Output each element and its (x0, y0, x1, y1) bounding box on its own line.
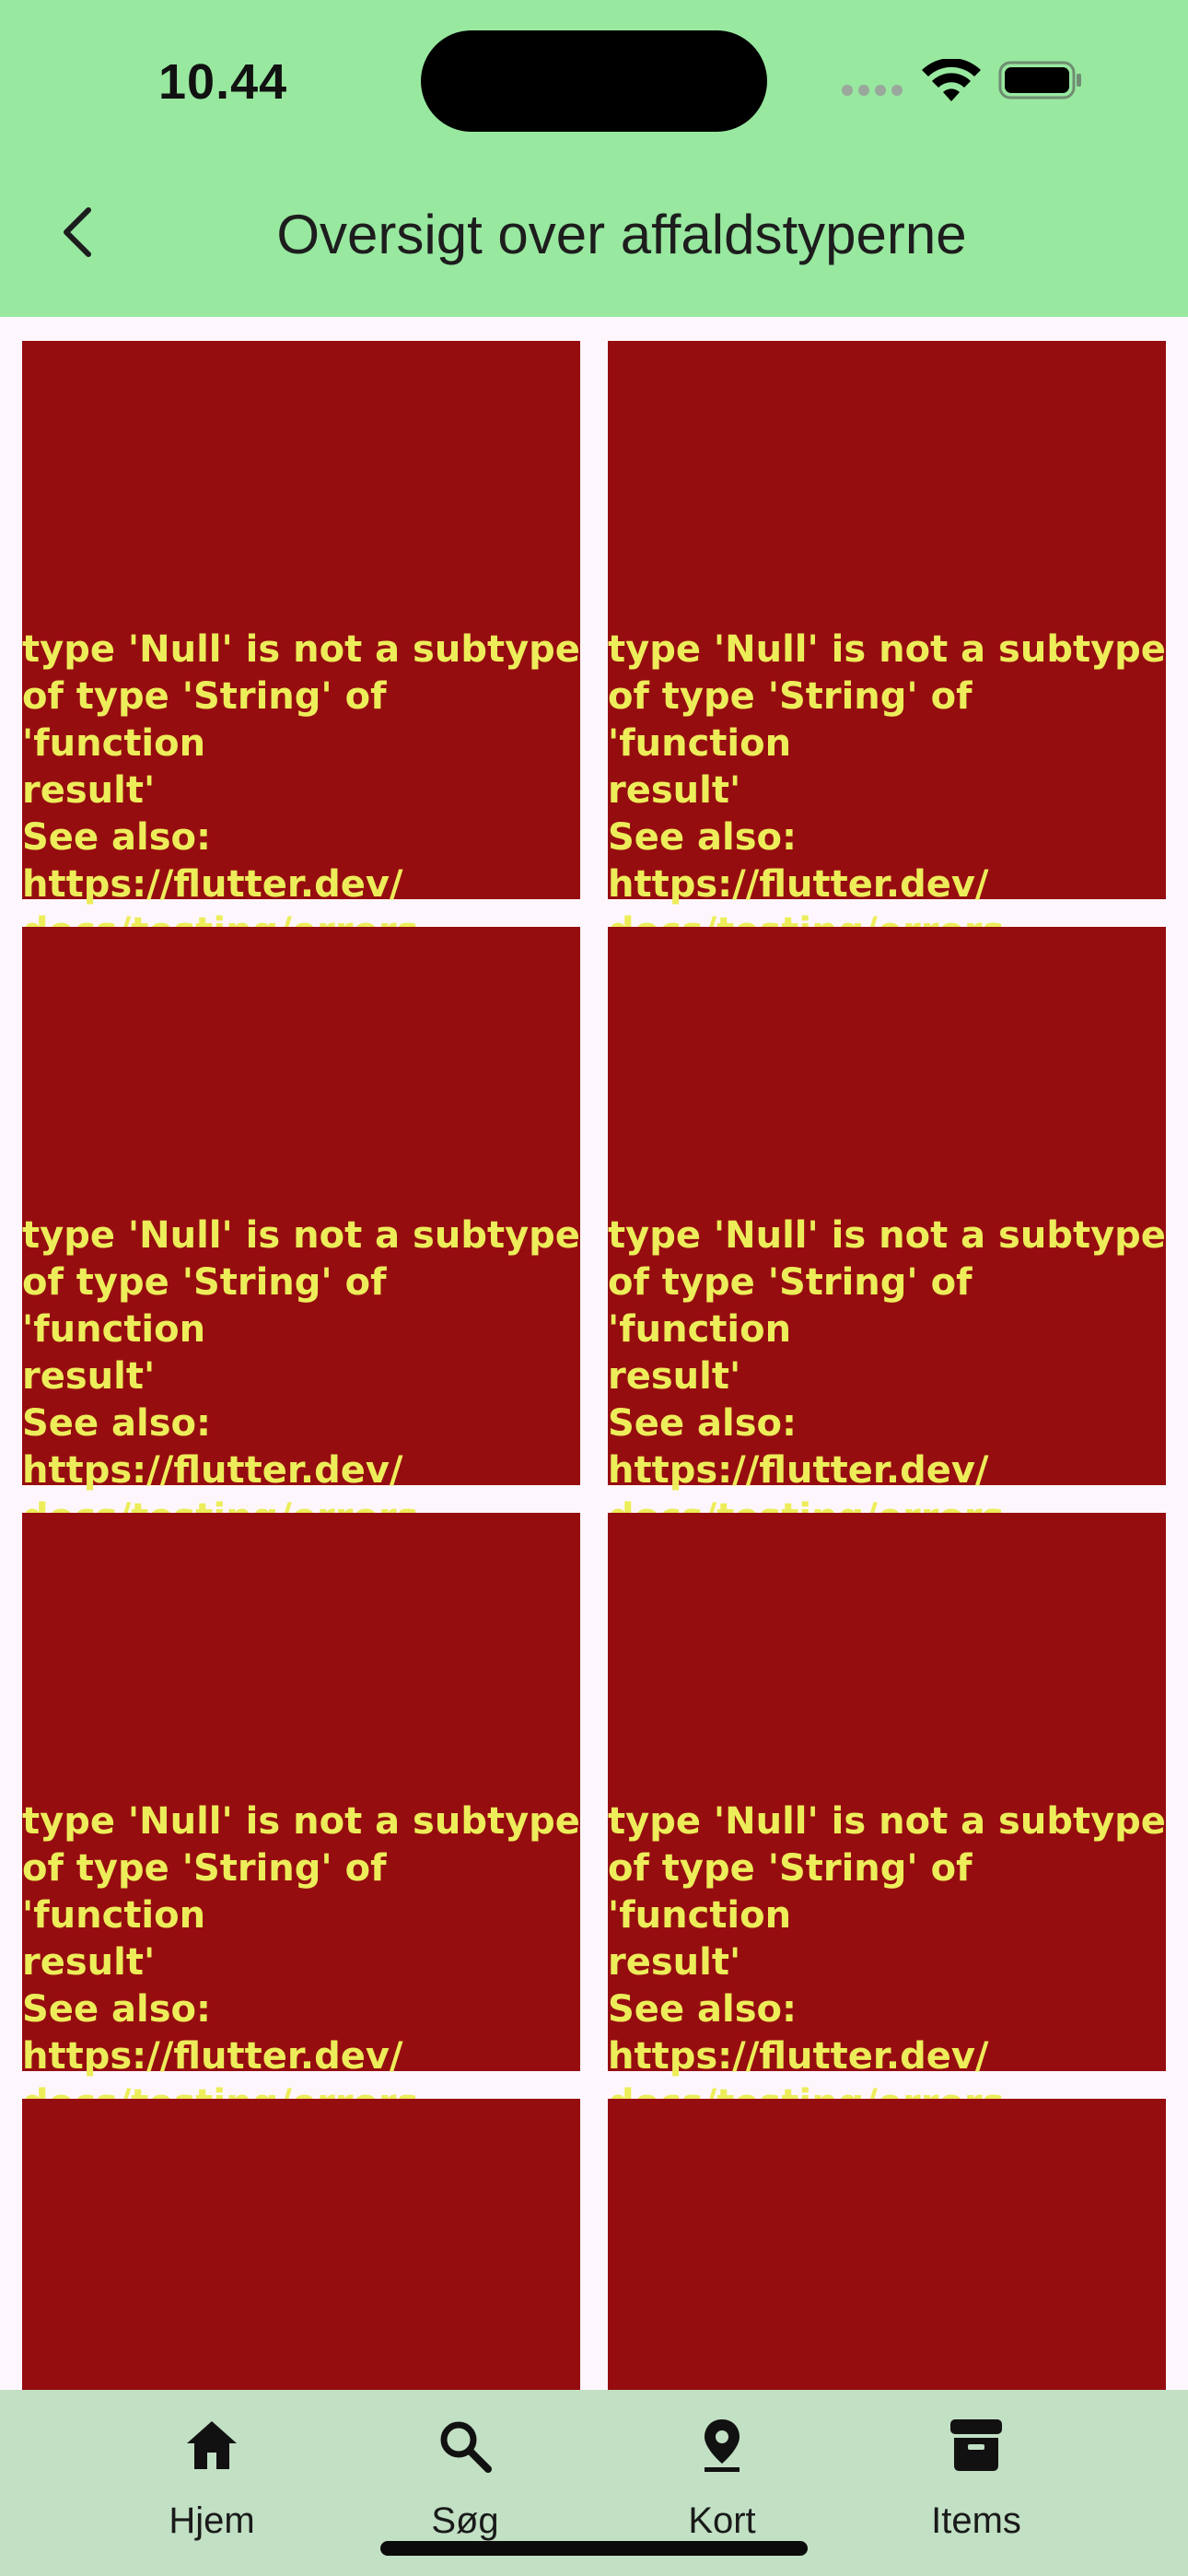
waste-type-tile[interactable]: type 'Null' is not a subtype of type 'St… (22, 1513, 580, 2125)
battery-icon (998, 61, 1081, 100)
waste-type-tile[interactable] (608, 2099, 1166, 2390)
waste-type-tile[interactable]: type 'Null' is not a subtype of type 'St… (22, 341, 580, 953)
status-time: 10.44 (158, 54, 288, 110)
app-bar: Oversigt over affaldstyperne (0, 157, 1188, 317)
waste-type-tile[interactable]: type 'Null' is not a subtype of type 'St… (608, 341, 1166, 953)
waste-type-tile[interactable]: type 'Null' is not a subtype of type 'St… (608, 927, 1166, 1539)
waste-type-grid[interactable]: type 'Null' is not a subtype of type 'St… (0, 317, 1188, 2390)
nav-label-map: Kort (688, 2500, 756, 2541)
archive-icon (950, 2419, 1002, 2471)
error-message: type 'Null' is not a subtype of type 'St… (608, 1214, 1166, 1539)
dynamic-island (421, 30, 767, 132)
waste-type-tile[interactable]: type 'Null' is not a subtype of type 'St… (608, 1513, 1166, 2125)
nav-label-home: Hjem (169, 2500, 255, 2541)
error-message: type 'Null' is not a subtype of type 'St… (22, 1800, 580, 2125)
error-message: type 'Null' is not a subtype of type 'St… (22, 628, 580, 953)
error-message: type 'Null' is not a subtype of type 'St… (608, 1800, 1166, 2125)
page-title: Oversigt over affaldstyperne (276, 204, 967, 265)
error-message: type 'Null' is not a subtype of type 'St… (608, 628, 1166, 953)
nav-label-search: Søg (431, 2500, 499, 2541)
nav-label-items: Items (931, 2500, 1021, 2541)
home-icon (187, 2421, 237, 2469)
location-pin-icon (705, 2419, 740, 2472)
cellular-signal-icon (842, 85, 906, 98)
error-message: type 'Null' is not a subtype of type 'St… (22, 1214, 580, 1539)
nav-item-items[interactable]: Items (884, 2418, 1068, 2565)
home-indicator[interactable] (380, 2541, 808, 2556)
waste-type-tile[interactable]: type 'Null' is not a subtype of type 'St… (22, 927, 580, 1539)
status-bar: 10.44 (0, 0, 1188, 157)
wifi-icon (922, 59, 981, 101)
search-icon (440, 2421, 492, 2473)
waste-type-tile[interactable] (22, 2099, 580, 2390)
nav-item-home[interactable]: Hjem (120, 2418, 304, 2565)
